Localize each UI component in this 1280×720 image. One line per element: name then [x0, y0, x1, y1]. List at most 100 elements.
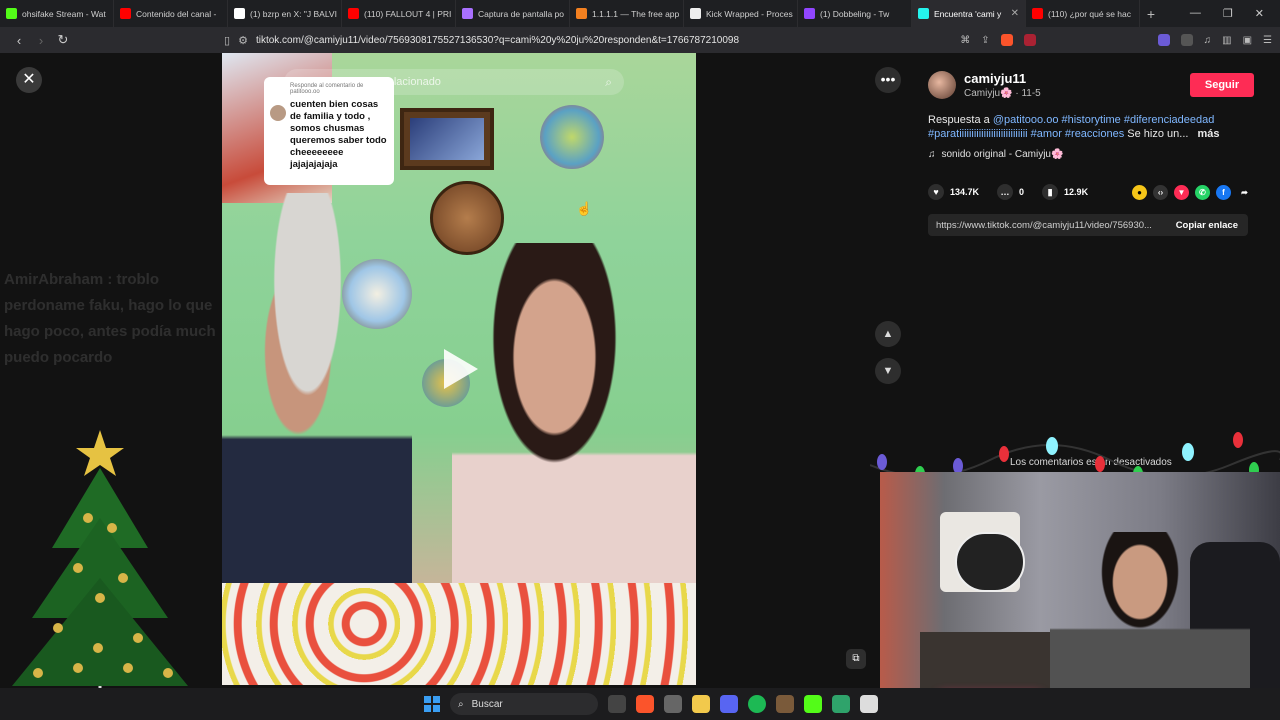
- bookmark-icon[interactable]: ▯: [224, 34, 230, 47]
- tab-favicon-icon: [804, 8, 815, 19]
- play-icon[interactable]: [444, 349, 478, 389]
- post-date: 11-5: [1021, 88, 1041, 99]
- copy-link-button[interactable]: Copiar enlace: [1176, 220, 1238, 231]
- app-icon[interactable]: [664, 695, 682, 713]
- share-icons: ● ‹› ▼ ✆ f ➦: [1132, 184, 1252, 200]
- tab-4[interactable]: Captura de pantalla po: [456, 0, 570, 27]
- share-arrow-icon[interactable]: ➦: [1237, 185, 1252, 200]
- maximize-icon[interactable]: ❐: [1223, 7, 1233, 20]
- tab-favicon-icon: [234, 8, 245, 19]
- video-player[interactable]: Buscar contenido relacionado ⌕ Responde …: [222, 53, 696, 685]
- music-title[interactable]: sonido original - Camiyju🌸: [942, 149, 1064, 160]
- app-icon[interactable]: [776, 695, 794, 713]
- windows-start-icon[interactable]: [424, 696, 440, 712]
- tab-0[interactable]: ohsifake Stream - Wat: [0, 0, 114, 27]
- save-stat[interactable]: ▮ 12.9K: [1042, 184, 1088, 200]
- extension-icon[interactable]: [1157, 34, 1170, 46]
- music-icon[interactable]: ♫: [1204, 35, 1212, 46]
- embed-icon[interactable]: ‹›: [1153, 184, 1168, 200]
- webcam-shirt-logo: [955, 532, 1025, 592]
- tab-favicon-icon: [348, 8, 359, 19]
- wall-plate: [540, 105, 604, 169]
- app-icon[interactable]: [860, 695, 878, 713]
- tab-favicon-icon: [690, 8, 701, 19]
- heart-icon[interactable]: ♥: [928, 184, 944, 200]
- spotify-icon[interactable]: [748, 695, 766, 713]
- puzzle-icon[interactable]: [1180, 34, 1193, 46]
- brave-icon[interactable]: [636, 695, 654, 713]
- coin-icon[interactable]: ●: [1132, 184, 1147, 200]
- facebook-icon[interactable]: f: [1216, 184, 1231, 200]
- url-field[interactable]: tiktok.com/@camiyju11/video/756930817552…: [256, 35, 739, 46]
- translate-icon[interactable]: ⌘: [960, 35, 970, 46]
- tab-9[interactable]: (110) ¿por qué se hac: [1026, 0, 1140, 27]
- save-count: 12.9K: [1064, 187, 1089, 197]
- address-bar: ‹ › ↻ ▯ ⚙ tiktok.com/@camiyju11/video/75…: [0, 27, 1280, 53]
- wallet-icon[interactable]: ▣: [1243, 35, 1252, 46]
- follow-button[interactable]: Seguir: [1190, 73, 1254, 97]
- music-row[interactable]: ♫ sonido original - Camiyju🌸: [928, 149, 1268, 160]
- search-icon[interactable]: ⌕: [605, 75, 612, 90]
- discord-icon[interactable]: [720, 695, 738, 713]
- tab-8[interactable]: Encuentra 'cami y ✕: [912, 0, 1026, 27]
- tab-title: (110) ¿por qué se hac: [1048, 8, 1131, 19]
- close-tab-icon[interactable]: ✕: [1011, 8, 1019, 19]
- floating-player-icon[interactable]: ⧉: [846, 649, 866, 669]
- task-view-icon[interactable]: [608, 695, 626, 713]
- next-video-icon[interactable]: ▼: [875, 358, 901, 384]
- more-link[interactable]: más: [1198, 128, 1220, 140]
- tab-title: Captura de pantalla po: [478, 8, 565, 19]
- reply-comment-sticker: Responde al comentario de patitooo.oo cu…: [264, 77, 394, 185]
- minimize-icon[interactable]: —: [1190, 7, 1201, 20]
- share-icon[interactable]: ⇪: [981, 35, 989, 46]
- tab-favicon-icon: [6, 8, 17, 19]
- author-nickname: Camiyju🌸: [964, 88, 1013, 99]
- toolbar-icons: ⌘ ⇪ ♫ ▥ ▣ ☰: [960, 34, 1272, 46]
- close-window-icon[interactable]: ✕: [1255, 7, 1264, 20]
- tab-title: (110) FALLOUT 4 | PRI: [364, 8, 452, 19]
- menu-icon[interactable]: ☰: [1263, 35, 1272, 46]
- whatsapp-icon[interactable]: ✆: [1195, 184, 1210, 200]
- tab-title: ohsifake Stream - Wat: [22, 8, 106, 19]
- forward-icon[interactable]: ›: [30, 33, 52, 48]
- brave-shield-icon[interactable]: [1000, 34, 1013, 46]
- taskbar-search[interactable]: ⌕ Buscar: [450, 693, 598, 715]
- new-tab-button[interactable]: +: [1140, 6, 1162, 22]
- avatar[interactable]: [928, 71, 956, 99]
- webcam-overlay: [880, 472, 1280, 720]
- comment-stat[interactable]: … 0: [997, 184, 1024, 200]
- file-explorer-icon[interactable]: [692, 695, 710, 713]
- video-tablecloth: [222, 583, 696, 685]
- close-icon[interactable]: ✕: [16, 67, 42, 93]
- tab-6[interactable]: Kick Wrapped - Proces: [684, 0, 798, 27]
- app-icon[interactable]: [832, 695, 850, 713]
- site-info-icon[interactable]: ⚙: [238, 34, 248, 47]
- tab-2[interactable]: (1) bzrp en X: "J BALVI: [228, 0, 342, 27]
- video-link[interactable]: https://www.tiktok.com/@camiyju11/video/…: [928, 220, 1164, 231]
- reply-text: cuenten bien cosas de familia y todo , s…: [290, 99, 387, 170]
- tab-5[interactable]: 1.1.1.1 — The free app: [570, 0, 684, 27]
- reply-user: patitooo.oo: [290, 89, 320, 95]
- tab-title: Encuentra 'cami y: [934, 8, 1002, 19]
- comment-icon[interactable]: …: [997, 184, 1014, 200]
- mention-link[interactable]: @patitooo.oo: [993, 114, 1059, 126]
- more-options-icon[interactable]: •••: [875, 67, 901, 93]
- author-username[interactable]: camiyju11: [964, 71, 1041, 86]
- tab-title: Kick Wrapped - Proces: [706, 8, 793, 19]
- sidebar-icon[interactable]: ▥: [1222, 35, 1231, 46]
- rewards-icon[interactable]: [1023, 34, 1036, 46]
- previous-video-icon[interactable]: ▲: [875, 321, 901, 347]
- tab-title: 1.1.1.1 — The free app: [592, 8, 680, 19]
- tab-3[interactable]: (110) FALLOUT 4 | PRI: [342, 0, 456, 27]
- search-icon: ⌕: [458, 698, 464, 710]
- taskbar-search-label: Buscar: [471, 698, 503, 710]
- tab-1[interactable]: Contenido del canal -: [114, 0, 228, 27]
- like-stat[interactable]: ♥ 134.7K: [928, 184, 979, 200]
- browser-tabbar: ohsifake Stream - Wat Contenido del canal…: [0, 0, 1280, 27]
- send-icon[interactable]: ▼: [1174, 184, 1189, 200]
- kick-icon[interactable]: [804, 695, 822, 713]
- back-icon[interactable]: ‹: [8, 33, 30, 48]
- tab-7[interactable]: (1) Dobbeling - Tw: [798, 0, 912, 27]
- reload-icon[interactable]: ↻: [52, 32, 74, 48]
- bookmark-icon[interactable]: ▮: [1042, 184, 1059, 200]
